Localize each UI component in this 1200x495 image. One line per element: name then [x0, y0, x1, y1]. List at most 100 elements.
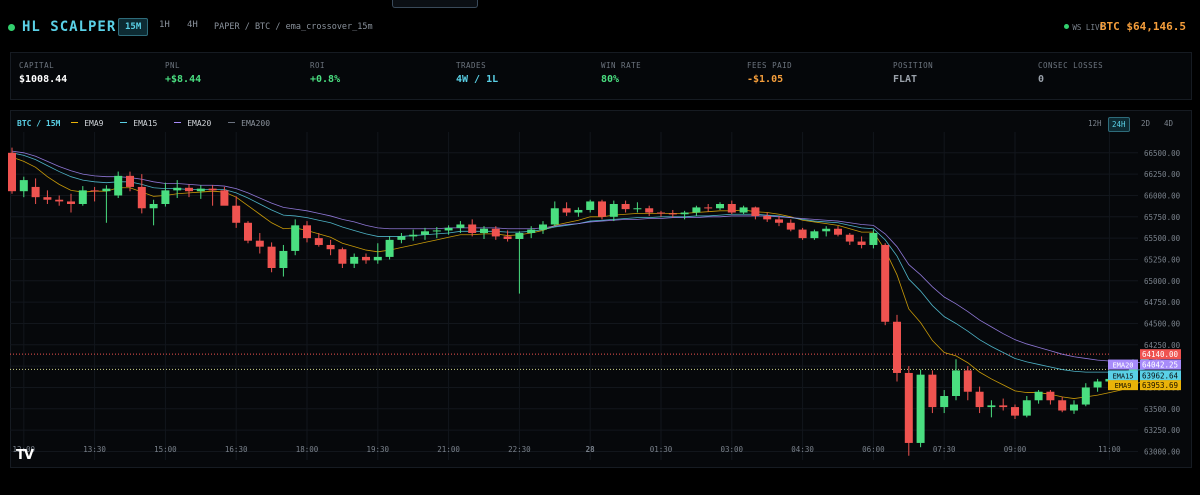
candle-body: [385, 239, 394, 257]
candle-body: [527, 229, 536, 234]
y-tick-label: 66250.00: [1144, 170, 1181, 179]
candle-body: [55, 199, 64, 202]
x-tick-label: 04:30: [791, 445, 814, 454]
candle-body: [904, 372, 913, 443]
y-tick-label: 63500.00: [1144, 405, 1181, 414]
candle-body: [1093, 381, 1102, 388]
candle-body: [362, 256, 370, 261]
candle-body: [444, 227, 453, 231]
candle-body: [999, 405, 1008, 408]
candle-body: [940, 396, 949, 408]
x-tick-label: 15:00: [154, 445, 177, 454]
candle-body: [137, 186, 146, 209]
candle-body: [468, 224, 477, 234]
candle-body: [220, 190, 229, 206]
candle-body: [350, 256, 359, 264]
y-tick-label: 65000.00: [1144, 277, 1181, 286]
candle-body: [621, 204, 630, 210]
y-tick-label: 65500.00: [1144, 234, 1181, 243]
candle-body: [326, 244, 335, 250]
x-tick-label: 21:00: [437, 445, 460, 454]
x-tick-label: 06:00: [862, 445, 885, 454]
candle-body: [763, 215, 772, 220]
price-tag-ema20: 64042.25: [1142, 361, 1178, 370]
candle-body: [668, 213, 677, 215]
candle-body: [291, 225, 300, 251]
x-tick-label: 11:00: [1098, 445, 1121, 454]
candle-body: [775, 219, 783, 223]
candle-body: [598, 201, 606, 217]
candle-body: [798, 229, 807, 239]
candle-body: [232, 205, 241, 223]
candle-body: [1070, 404, 1078, 411]
ema-line-ema15: [11, 152, 1145, 373]
x-tick-label: 09:00: [1004, 445, 1027, 454]
candle-body: [845, 234, 854, 242]
y-tick-label: 64750.00: [1144, 298, 1181, 307]
tradingview-logo: TV: [16, 448, 34, 463]
candle-body: [102, 188, 111, 192]
candle-body: [303, 225, 311, 239]
ema-line-ema20: [11, 150, 1145, 363]
candle-body: [893, 321, 901, 373]
y-tick-label: 65750.00: [1144, 213, 1181, 222]
candle-body: [975, 391, 984, 408]
candle-body: [314, 238, 323, 245]
candle-body: [574, 209, 583, 213]
candle-body: [90, 190, 99, 192]
candle-body: [633, 208, 642, 210]
y-tick-label: 63000.00: [1144, 447, 1181, 456]
candle-body: [338, 249, 347, 264]
candle-body: [952, 370, 960, 396]
candle-body: [244, 222, 252, 241]
candle-body: [680, 212, 689, 215]
candle-body: [857, 241, 866, 245]
candle-body: [704, 207, 713, 209]
price-tag-ema9: 63953.69: [1142, 381, 1178, 390]
candle-body: [161, 190, 170, 204]
candle-body: [1011, 407, 1019, 416]
candle-body: [126, 175, 134, 187]
price-tag-label: EMA9: [1115, 382, 1132, 390]
x-tick-label: 19:30: [367, 445, 390, 454]
candle-body: [751, 207, 760, 216]
candle-body: [67, 201, 75, 204]
x-tick-label: 01:30: [650, 445, 673, 454]
candle-body: [609, 204, 618, 217]
price-tag-label: EMA20: [1112, 362, 1133, 370]
y-tick-label: 63250.00: [1144, 426, 1181, 435]
candle-body: [279, 250, 288, 268]
candle-body: [1046, 391, 1055, 401]
candle-body: [657, 212, 665, 214]
candle-body: [397, 236, 406, 240]
candle-body: [1034, 391, 1043, 401]
candle-body: [196, 188, 205, 192]
candle-body: [78, 190, 87, 204]
candle-body: [562, 208, 571, 213]
x-tick-label: 03:00: [721, 445, 744, 454]
candle-body: [963, 370, 972, 392]
candle-body: [1022, 400, 1031, 416]
y-tick-label: 64500.00: [1144, 319, 1181, 328]
candle-body: [987, 405, 996, 408]
candle-body: [185, 187, 193, 192]
y-tick-label: 66500.00: [1144, 149, 1181, 158]
candle-body: [586, 201, 595, 210]
candle-body: [173, 187, 182, 191]
candle-body: [43, 197, 52, 200]
y-tick-label: 65250.00: [1144, 255, 1181, 264]
candle-body: [480, 228, 488, 234]
candle-body: [409, 234, 418, 237]
candle-body: [255, 240, 264, 247]
candle-body: [645, 208, 654, 213]
candle-body: [916, 374, 925, 443]
candle-body: [550, 208, 559, 225]
x-tick-label: 13:30: [83, 445, 106, 454]
x-tick-label: 18:00: [296, 445, 319, 454]
candle-body: [727, 204, 736, 213]
candle-body: [8, 152, 16, 192]
price-tag-last: 64140.00: [1142, 350, 1179, 359]
candle-body: [373, 256, 382, 261]
candlestick-chart[interactable]: 66500.00 66250.00 66000.00 65750.00 65500.00…: [0, 0, 1200, 495]
candle-body: [208, 188, 217, 191]
